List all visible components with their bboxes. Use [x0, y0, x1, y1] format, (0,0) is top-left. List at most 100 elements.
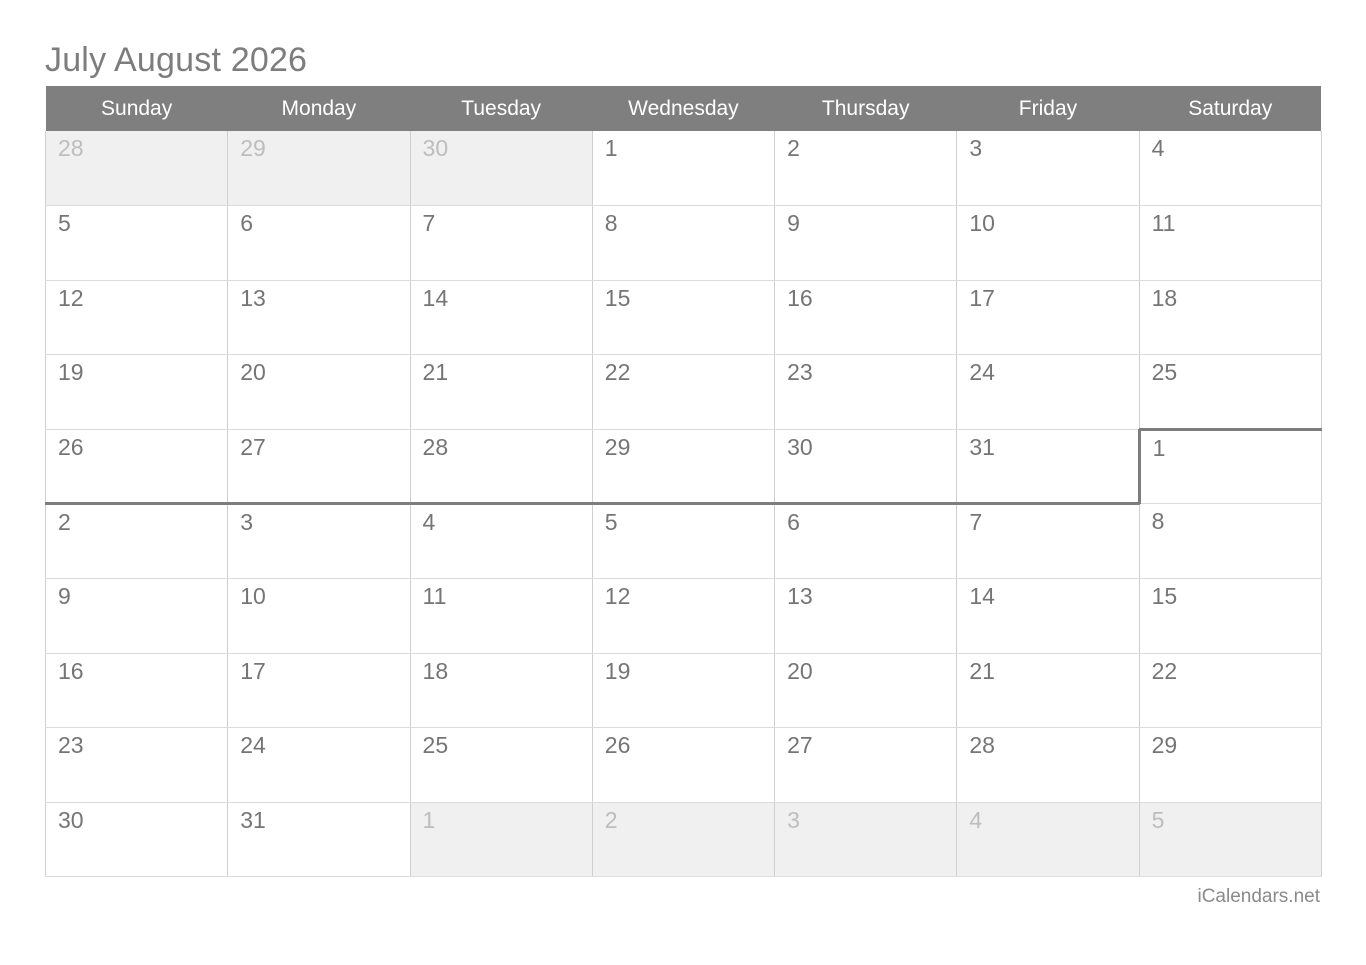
calendar-day-cell[interactable]: 16	[44, 653, 229, 729]
calendar-day-cell[interactable]: 6	[774, 503, 958, 580]
calendar-day-cell[interactable]: 12	[44, 280, 229, 356]
calendar-day-cell[interactable]: 20	[227, 354, 411, 430]
calendar-day-cell[interactable]: 29	[1139, 727, 1322, 803]
calendar-day-cell[interactable]: 17	[227, 653, 411, 729]
calendar-day-cell[interactable]: 4	[956, 802, 1140, 878]
weekday-header-row: Sunday Monday Tuesday Wednesday Thursday…	[45, 86, 1322, 131]
day-number: 6	[240, 210, 254, 237]
day-number: 19	[58, 359, 84, 386]
calendar-day-cell[interactable]: 31	[227, 802, 411, 878]
calendar-day-cell[interactable]: 9	[44, 578, 229, 654]
day-number: 17	[240, 657, 266, 684]
calendar-day-cell[interactable]: 25	[410, 727, 593, 803]
calendar-day-cell[interactable]: 9	[774, 205, 958, 281]
calendar-day-cell[interactable]: 18	[410, 653, 593, 729]
calendar-day-cell[interactable]: 19	[592, 653, 776, 729]
calendar-day-cell[interactable]: 28	[410, 429, 593, 506]
day-number: 13	[240, 284, 266, 311]
calendar-day-cell[interactable]: 5	[1139, 802, 1322, 878]
calendar-day-cell[interactable]: 14	[956, 578, 1140, 654]
day-number: 25	[422, 732, 449, 759]
calendar-day-cell[interactable]: 30	[410, 131, 593, 207]
calendar-day-cell[interactable]: 29	[592, 429, 776, 506]
calendar-day-cell[interactable]: 15	[1139, 578, 1322, 654]
calendar-day-cell[interactable]: 8	[592, 205, 776, 281]
calendar-page: July August 2026 Sunday Monday Tuesday W…	[0, 0, 1366, 965]
calendar-day-cell[interactable]: 7	[956, 503, 1140, 580]
calendar-day-cell[interactable]: 26	[44, 429, 229, 506]
calendar-week-row: 23 24 25 26 27 28 29	[44, 727, 1322, 803]
calendar-day-cell[interactable]: 21	[956, 653, 1140, 729]
day-number: 11	[1151, 210, 1176, 237]
day-number: 1	[422, 806, 436, 833]
calendar-day-cell[interactable]: 3	[227, 503, 411, 580]
calendar-day-cell[interactable]: 24	[227, 727, 411, 803]
day-number: 27	[787, 732, 813, 759]
calendar-day-cell[interactable]: 10	[227, 578, 411, 654]
calendar-day-cell[interactable]: 3	[774, 802, 958, 878]
calendar-day-cell[interactable]: 5	[44, 205, 229, 281]
calendar-day-cell[interactable]: 1	[410, 802, 593, 878]
day-number: 22	[1151, 657, 1178, 684]
calendar-day-cell[interactable]: 13	[227, 280, 411, 356]
day-number: 15	[1151, 583, 1178, 610]
weekday-header-thursday: Thursday	[774, 86, 957, 131]
calendar-day-cell[interactable]: 7	[410, 205, 593, 281]
calendar-day-cell[interactable]: 23	[774, 354, 958, 430]
calendar-week-row: 9 10 11 12 13 14 15	[44, 578, 1322, 654]
calendar-day-cell[interactable]: 11	[410, 578, 593, 654]
calendar-day-cell[interactable]: 31	[956, 429, 1140, 506]
day-number: 3	[969, 135, 983, 161]
calendar-day-cell[interactable]: 5	[592, 503, 776, 580]
calendar-day-cell[interactable]: 17	[956, 280, 1140, 356]
day-number: 17	[969, 284, 995, 311]
calendar-day-cell[interactable]: 24	[956, 354, 1140, 430]
day-number: 24	[240, 732, 266, 759]
calendar-day-cell[interactable]: 25	[1139, 354, 1322, 430]
calendar-day-cell[interactable]: 10	[956, 205, 1140, 281]
calendar-day-cell[interactable]: 21	[410, 354, 593, 430]
calendar-day-cell[interactable]: 15	[592, 280, 776, 356]
calendar-day-cell[interactable]: 28	[44, 131, 229, 207]
calendar-day-cell[interactable]: 19	[44, 354, 229, 430]
calendar-day-cell[interactable]: 27	[227, 429, 411, 506]
calendar-day-cell[interactable]: 4	[410, 503, 593, 580]
calendar-day-cell[interactable]: 30	[44, 802, 229, 878]
calendar-day-cell[interactable]: 6	[227, 205, 411, 281]
calendar-day-cell[interactable]: 26	[592, 727, 776, 803]
calendar-day-cell[interactable]: 1	[592, 131, 776, 207]
calendar-day-cell[interactable]: 28	[956, 727, 1140, 803]
day-number: 30	[58, 806, 84, 833]
weekday-header-tuesday: Tuesday	[410, 86, 593, 131]
calendar-day-cell[interactable]: 14	[410, 280, 593, 356]
day-number: 29	[604, 433, 631, 460]
calendar-day-cell[interactable]: 30	[774, 429, 958, 506]
calendar-day-cell[interactable]: 23	[44, 727, 229, 803]
calendar-day-cell[interactable]: 2	[44, 503, 229, 580]
day-number: 2	[604, 806, 618, 833]
day-number: 24	[969, 359, 995, 386]
calendar-day-cell[interactable]: 27	[774, 727, 958, 803]
calendar-day-cell[interactable]: 16	[774, 280, 958, 356]
calendar-day-cell[interactable]: 2	[774, 131, 958, 207]
calendar-day-cell[interactable]: 29	[227, 131, 411, 207]
calendar-day-cell[interactable]: 20	[774, 653, 958, 729]
calendar-day-cell[interactable]: 18	[1139, 280, 1322, 356]
day-number: 6	[787, 509, 800, 536]
day-number: 10	[969, 210, 995, 237]
calendar-day-cell[interactable]: 11	[1139, 205, 1322, 281]
day-number: 21	[969, 657, 995, 684]
calendar-day-cell[interactable]: 1	[1137, 427, 1322, 505]
calendar-day-cell[interactable]: 3	[956, 131, 1140, 207]
calendar-day-cell[interactable]: 22	[592, 354, 776, 430]
calendar-day-cell[interactable]: 2	[592, 802, 776, 878]
calendar-day-cell[interactable]: 8	[1139, 503, 1322, 580]
calendar-day-cell[interactable]: 22	[1139, 653, 1322, 729]
calendar-day-cell[interactable]: 4	[1139, 131, 1322, 207]
calendar-day-cell[interactable]: 13	[774, 578, 958, 654]
day-number: 15	[604, 284, 631, 311]
day-number: 13	[787, 583, 813, 610]
day-number: 27	[240, 433, 266, 460]
weekday-header-friday: Friday	[956, 86, 1140, 131]
calendar-day-cell[interactable]: 12	[592, 578, 776, 654]
